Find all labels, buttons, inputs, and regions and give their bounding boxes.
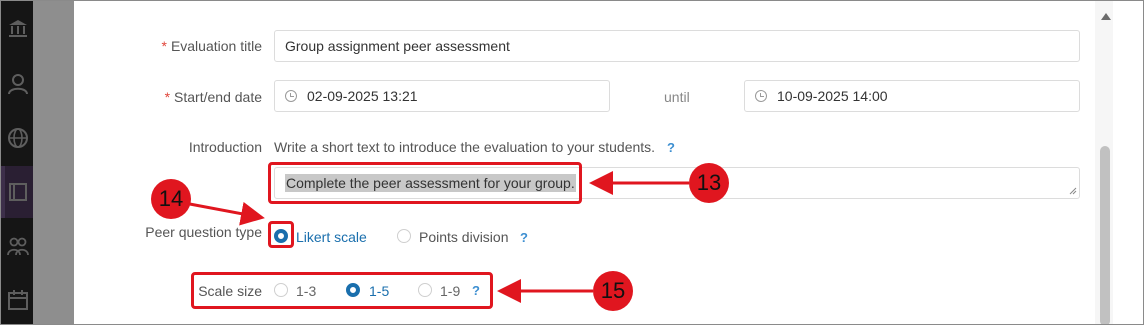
callout-badge-13: 13 xyxy=(689,163,729,203)
arrow-14 xyxy=(178,200,265,226)
callout-arrows xyxy=(178,171,689,303)
callout-badge-15: 15 xyxy=(593,271,633,311)
callout-badge-14: 14 xyxy=(151,179,191,219)
screenshot-frame: * Evaluation title Group assignment peer … xyxy=(0,0,1144,325)
